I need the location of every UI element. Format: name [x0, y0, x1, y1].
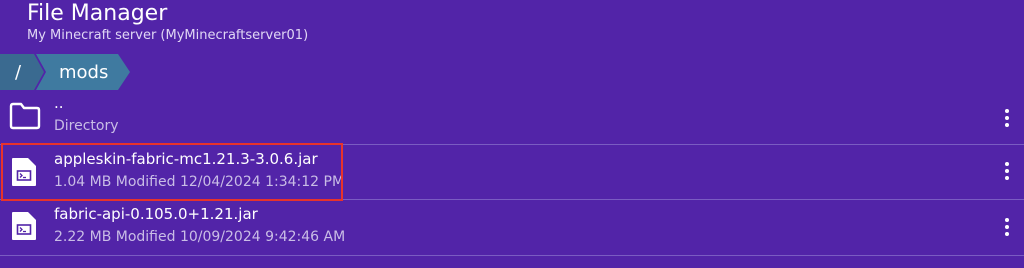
file-name: ..	[54, 94, 64, 112]
folder-icon	[9, 102, 41, 134]
file-terminal-icon	[9, 210, 39, 246]
breadcrumb-current-label: mods	[59, 61, 109, 83]
breadcrumb-root[interactable]: /	[0, 54, 44, 90]
file-meta: Directory	[54, 118, 119, 134]
selection-highlight-box	[1, 143, 343, 201]
breadcrumb-current[interactable]: mods	[36, 54, 130, 90]
file-row[interactable]: fabric-api-0.105.0+1.21.jar 2.22 MB Modi…	[0, 200, 1024, 256]
page-header: File Manager My Minecraft server (MyMine…	[27, 0, 308, 44]
file-meta: 2.22 MB Modified 10/09/2024 9:42:46 AM	[54, 229, 346, 245]
page-title: File Manager	[27, 1, 168, 26]
file-row-parent[interactable]: .. Directory	[0, 92, 1024, 145]
more-options-icon[interactable]	[996, 105, 1018, 131]
more-options-icon[interactable]	[996, 214, 1018, 240]
file-name: fabric-api-0.105.0+1.21.jar	[54, 205, 258, 223]
breadcrumb-root-label: /	[15, 61, 22, 83]
more-options-icon[interactable]	[996, 158, 1018, 184]
page-subtitle: My Minecraft server (MyMinecraftserver01…	[27, 28, 309, 43]
